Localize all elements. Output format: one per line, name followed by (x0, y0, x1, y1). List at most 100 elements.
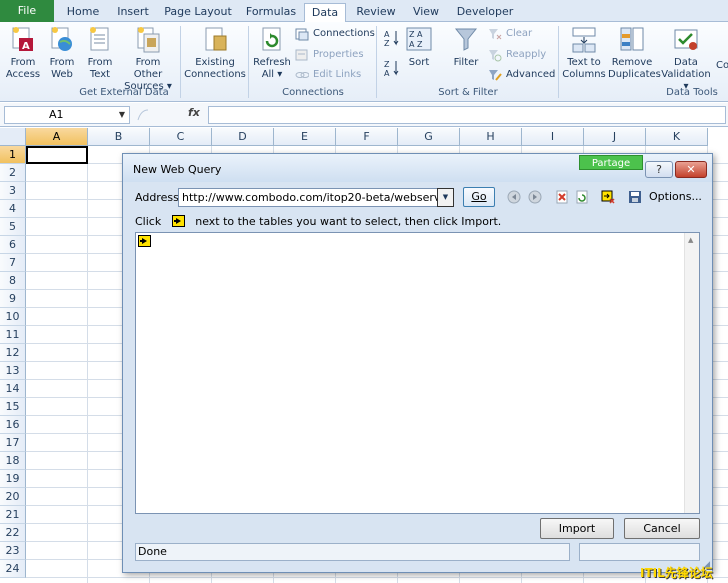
hide-icons-icon[interactable] (601, 190, 615, 204)
row-header[interactable]: 5 (0, 218, 26, 236)
column-header[interactable]: H (460, 128, 522, 146)
table-select-arrow-icon[interactable] (138, 235, 151, 247)
options-button[interactable]: Options... (627, 187, 707, 207)
tab-home[interactable]: Home (62, 3, 104, 22)
scroll-up-arrow-icon[interactable]: ▲ (688, 236, 693, 244)
from-other-sources-button[interactable]: From Other Sources ▾ (120, 26, 176, 93)
select-all-corner[interactable] (0, 128, 26, 146)
from-text-button[interactable]: From Text (82, 26, 118, 81)
row-header[interactable]: 23 (0, 542, 26, 560)
filter-button[interactable]: Filter (450, 26, 482, 69)
row-header[interactable]: 3 (0, 182, 26, 200)
tab-view[interactable]: View (406, 3, 446, 22)
tab-insert[interactable]: Insert (112, 3, 154, 22)
forward-arrow-icon[interactable] (528, 190, 542, 204)
address-dropdown-button[interactable]: ▼ (437, 188, 454, 207)
refresh-all-button[interactable]: Refresh All ▾ (252, 26, 292, 81)
row-header[interactable]: 6 (0, 236, 26, 254)
cancel-button[interactable]: Cancel (624, 518, 700, 539)
reapply-button[interactable]: Reapply (488, 46, 546, 64)
row-header[interactable]: 22 (0, 524, 26, 542)
existing-connections-button[interactable]: Existing Connections (184, 26, 246, 81)
back-arrow-icon[interactable] (507, 190, 521, 204)
name-box[interactable]: A1 ▼ (4, 106, 130, 124)
from-access-button[interactable]: A From Access (4, 26, 42, 81)
row-header[interactable]: 9 (0, 290, 26, 308)
svg-text:Z A: Z A (409, 30, 423, 39)
web-globe-icon (51, 27, 72, 51)
row-header[interactable]: 15 (0, 398, 26, 416)
address-input[interactable]: http://www.combodo.com/itop20-beta/webse… (178, 188, 442, 207)
partage-badge[interactable]: Partage (579, 155, 643, 170)
group-separator (248, 26, 249, 98)
row-header[interactable]: 20 (0, 488, 26, 506)
row-header[interactable]: 8 (0, 272, 26, 290)
connections-button[interactable]: Connections (295, 25, 375, 43)
sort-a-to-z-button[interactable]: AZ (382, 28, 402, 52)
row-header[interactable]: 10 (0, 308, 26, 326)
vertical-scrollbar[interactable]: ▲ (684, 233, 699, 513)
column-header[interactable]: B (88, 128, 150, 146)
help-button[interactable]: ? (645, 161, 673, 178)
access-database-icon: A (12, 27, 33, 52)
column-header[interactable]: I (522, 128, 584, 146)
tab-review[interactable]: Review (354, 3, 398, 22)
formula-input[interactable] (208, 106, 726, 124)
refresh-icon (262, 27, 281, 51)
row-header[interactable]: 7 (0, 254, 26, 272)
other-sources-icon (137, 27, 160, 53)
edit-links-button[interactable]: Edit Links (295, 66, 361, 84)
row-header[interactable]: 17 (0, 434, 26, 452)
row-header[interactable]: 12 (0, 344, 26, 362)
row-header[interactable]: 21 (0, 506, 26, 524)
go-button[interactable]: Go (463, 187, 495, 207)
row-header[interactable]: 18 (0, 452, 26, 470)
row-header[interactable]: 1 (0, 146, 26, 164)
web-preview-pane[interactable]: ▲ (135, 232, 700, 514)
row-header[interactable]: 2 (0, 164, 26, 182)
properties-button[interactable]: Properties (295, 46, 364, 64)
ribbon-tab-bar: File Home Insert Page Layout Formulas Da… (0, 0, 728, 23)
row-header[interactable]: 14 (0, 380, 26, 398)
row-header[interactable]: 11 (0, 326, 26, 344)
row-header[interactable]: 16 (0, 416, 26, 434)
column-header[interactable]: G (398, 128, 460, 146)
data-validation-button[interactable]: Data Validation ▾ (658, 26, 714, 93)
row-header[interactable]: 24 (0, 560, 26, 578)
column-header[interactable]: C (150, 128, 212, 146)
close-button[interactable]: ✕ (675, 161, 707, 178)
clear-filter-button[interactable]: Clear (488, 25, 532, 43)
sort-button[interactable]: Z AA Z Sort (404, 26, 434, 69)
from-web-button[interactable]: From Web (44, 26, 80, 81)
stop-icon[interactable] (555, 190, 569, 204)
row-header[interactable]: 19 (0, 470, 26, 488)
sort-dialog-icon: Z AA Z (406, 27, 432, 51)
dialog-titlebar[interactable]: New Web Query Partage ? ✕ (123, 154, 712, 182)
group-separator (376, 26, 377, 98)
tab-page-layout[interactable]: Page Layout (162, 3, 234, 22)
chevron-down-icon[interactable]: ▼ (119, 107, 125, 123)
column-header[interactable]: A (26, 128, 88, 146)
svg-text:Z: Z (384, 39, 390, 48)
import-button[interactable]: Import (540, 518, 614, 539)
row-header[interactable]: 4 (0, 200, 26, 218)
column-header[interactable]: J (584, 128, 646, 146)
advanced-filter-button[interactable]: Advanced (488, 66, 555, 84)
tab-developer[interactable]: Developer (454, 3, 516, 22)
remove-duplicates-button[interactable]: Remove Duplicates (608, 26, 661, 81)
svg-text:A: A (384, 30, 390, 39)
tab-file[interactable]: File (0, 0, 54, 22)
column-header[interactable]: F (336, 128, 398, 146)
column-header[interactable]: K (646, 128, 708, 146)
sort-z-to-a-button[interactable]: ZA (382, 58, 402, 82)
refresh-icon[interactable] (575, 190, 589, 204)
tab-formulas[interactable]: Formulas (244, 3, 298, 22)
consolidate-button-partial[interactable]: Co (716, 60, 728, 72)
tab-data[interactable]: Data (304, 3, 346, 23)
active-cell[interactable] (26, 146, 88, 164)
column-header[interactable]: D (212, 128, 274, 146)
row-header[interactable]: 13 (0, 362, 26, 380)
column-header[interactable]: E (274, 128, 336, 146)
text-to-columns-button[interactable]: Text to Columns (562, 26, 606, 81)
insert-function-button[interactable]: fx (188, 106, 200, 119)
